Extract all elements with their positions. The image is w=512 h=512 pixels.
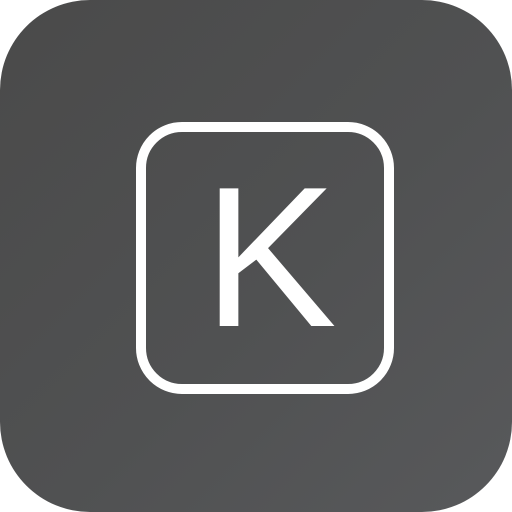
app-icon[interactable]: K xyxy=(0,0,512,512)
key-frame-icon: K xyxy=(136,122,394,394)
key-letter: K xyxy=(203,146,337,369)
